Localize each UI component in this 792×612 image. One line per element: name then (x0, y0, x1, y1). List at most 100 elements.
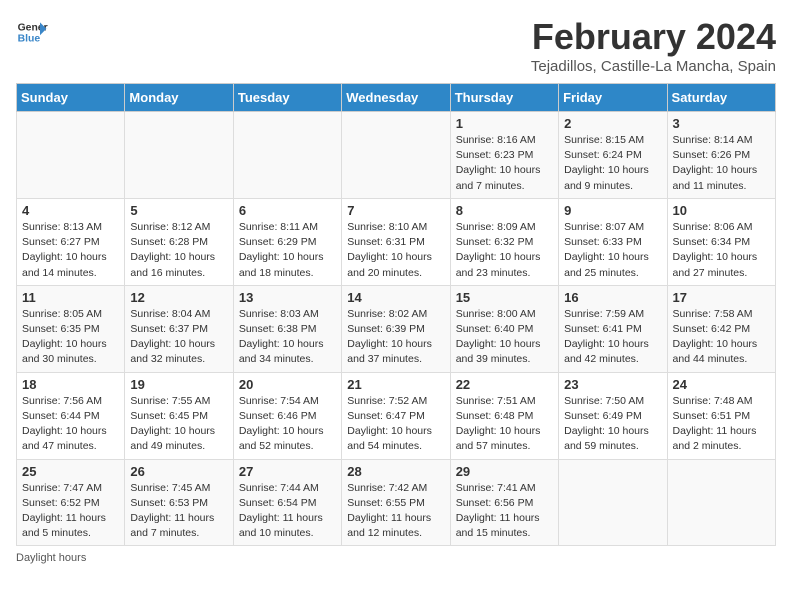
week-row-2: 4Sunrise: 8:13 AM Sunset: 6:27 PM Daylig… (17, 198, 776, 285)
calendar-cell: 5 Sunrise: 8:12 AM Sunset: 6:28 PM Daylig… (125, 198, 233, 285)
cell-info: Sunrise: 7:59 AM Sunset: 6:41 PM Dayligh… (564, 307, 661, 368)
cell-info: Sunrise: 7:54 AM Sunset: 6:46 PM Dayligh… (239, 394, 336, 455)
header-row: SundayMondayTuesdayWednesdayThursdayFrid… (17, 84, 776, 112)
cell-info: Sunrise: 8:14 AM Sunset: 6:26 PM Dayligh… (673, 133, 770, 194)
week-row-4: 18 Sunrise: 7:56 AM Sunset: 6:44 PM Dayli… (17, 372, 776, 459)
logo-icon: General Blue (16, 16, 48, 48)
cell-info: Sunrise: 8:02 AM Sunset: 6:39 PM Dayligh… (347, 307, 444, 368)
day-number: 1 (456, 116, 553, 131)
cell-info: Sunrise: 7:50 AM Sunset: 6:49 PM Dayligh… (564, 394, 661, 455)
calendar-cell: 18 Sunrise: 7:56 AM Sunset: 6:44 PM Dayli… (17, 372, 125, 459)
footer-label: Daylight hours (16, 552, 86, 564)
calendar-cell (342, 112, 450, 199)
cell-info: Sunrise: 7:58 AM Sunset: 6:42 PM Dayligh… (673, 307, 770, 368)
calendar-cell (559, 459, 667, 546)
calendar-cell: 8Sunrise: 8:09 AM Sunset: 6:32 PM Daylig… (450, 198, 558, 285)
cell-info: Sunrise: 8:13 AM Sunset: 6:27 PM Dayligh… (22, 220, 119, 281)
col-header-saturday: Saturday (667, 84, 775, 112)
calendar-cell: 14 Sunrise: 8:02 AM Sunset: 6:39 PM Dayli… (342, 285, 450, 372)
logo: General Blue (16, 16, 48, 48)
calendar-cell: 11 Sunrise: 8:05 AM Sunset: 6:35 PM Dayli… (17, 285, 125, 372)
day-number: 22 (456, 377, 553, 392)
day-number: 14 (347, 290, 444, 305)
day-number: 26 (130, 464, 227, 479)
day-number: 28 (347, 464, 444, 479)
footer: Daylight hours (16, 552, 776, 564)
cell-info: Sunrise: 8:12 AM Sunset: 6:28 PM Dayligh… (130, 220, 227, 281)
day-number: 7 (347, 203, 444, 218)
day-number: 5 (130, 203, 227, 218)
calendar-cell: 4Sunrise: 8:13 AM Sunset: 6:27 PM Daylig… (17, 198, 125, 285)
day-number: 20 (239, 377, 336, 392)
location-title: Tejadillos, Castille-La Mancha, Spain (531, 58, 776, 75)
day-number: 6 (239, 203, 336, 218)
calendar-cell: 2Sunrise: 8:15 AM Sunset: 6:24 PM Daylig… (559, 112, 667, 199)
week-row-1: 1 Sunrise: 8:16 AM Sunset: 6:23 PM Daylig… (17, 112, 776, 199)
week-row-3: 11 Sunrise: 8:05 AM Sunset: 6:35 PM Dayli… (17, 285, 776, 372)
cell-info: Sunrise: 8:07 AM Sunset: 6:33 PM Dayligh… (564, 220, 661, 281)
day-number: 15 (456, 290, 553, 305)
calendar-cell (17, 112, 125, 199)
month-title: February 2024 (531, 16, 776, 58)
day-number: 24 (673, 377, 770, 392)
week-row-5: 25 Sunrise: 7:47 AM Sunset: 6:52 PM Dayli… (17, 459, 776, 546)
cell-info: Sunrise: 7:42 AM Sunset: 6:55 PM Dayligh… (347, 481, 444, 542)
calendar-cell: 26 Sunrise: 7:45 AM Sunset: 6:53 PM Dayli… (125, 459, 233, 546)
calendar-cell: 17 Sunrise: 7:58 AM Sunset: 6:42 PM Dayli… (667, 285, 775, 372)
calendar-cell: 20 Sunrise: 7:54 AM Sunset: 6:46 PM Dayli… (233, 372, 341, 459)
calendar-cell: 16 Sunrise: 7:59 AM Sunset: 6:41 PM Dayli… (559, 285, 667, 372)
cell-info: Sunrise: 7:48 AM Sunset: 6:51 PM Dayligh… (673, 394, 770, 455)
day-number: 25 (22, 464, 119, 479)
day-number: 16 (564, 290, 661, 305)
cell-info: Sunrise: 7:56 AM Sunset: 6:44 PM Dayligh… (22, 394, 119, 455)
calendar-cell: 19 Sunrise: 7:55 AM Sunset: 6:45 PM Dayli… (125, 372, 233, 459)
cell-info: Sunrise: 8:16 AM Sunset: 6:23 PM Dayligh… (456, 133, 553, 194)
calendar-cell: 13Sunrise: 8:03 AM Sunset: 6:38 PM Dayli… (233, 285, 341, 372)
calendar-cell: 6 Sunrise: 8:11 AM Sunset: 6:29 PM Daylig… (233, 198, 341, 285)
header: General Blue February 2024 Tejadillos, C… (16, 16, 776, 75)
cell-info: Sunrise: 7:52 AM Sunset: 6:47 PM Dayligh… (347, 394, 444, 455)
day-number: 19 (130, 377, 227, 392)
calendar-cell (125, 112, 233, 199)
title-block: February 2024 Tejadillos, Castille-La Ma… (531, 16, 776, 75)
calendar-cell: 23Sunrise: 7:50 AM Sunset: 6:49 PM Dayli… (559, 372, 667, 459)
cell-info: Sunrise: 7:44 AM Sunset: 6:54 PM Dayligh… (239, 481, 336, 542)
col-header-friday: Friday (559, 84, 667, 112)
day-number: 29 (456, 464, 553, 479)
day-number: 27 (239, 464, 336, 479)
cell-info: Sunrise: 8:09 AM Sunset: 6:32 PM Dayligh… (456, 220, 553, 281)
day-number: 10 (673, 203, 770, 218)
calendar-cell: 25 Sunrise: 7:47 AM Sunset: 6:52 PM Dayli… (17, 459, 125, 546)
calendar-cell: 1 Sunrise: 8:16 AM Sunset: 6:23 PM Daylig… (450, 112, 558, 199)
cell-info: Sunrise: 8:00 AM Sunset: 6:40 PM Dayligh… (456, 307, 553, 368)
calendar-cell: 21 Sunrise: 7:52 AM Sunset: 6:47 PM Dayli… (342, 372, 450, 459)
cell-info: Sunrise: 7:45 AM Sunset: 6:53 PM Dayligh… (130, 481, 227, 542)
calendar-cell: 10Sunrise: 8:06 AM Sunset: 6:34 PM Dayli… (667, 198, 775, 285)
day-number: 13 (239, 290, 336, 305)
cell-info: Sunrise: 8:15 AM Sunset: 6:24 PM Dayligh… (564, 133, 661, 194)
cell-info: Sunrise: 8:11 AM Sunset: 6:29 PM Dayligh… (239, 220, 336, 281)
col-header-wednesday: Wednesday (342, 84, 450, 112)
cell-info: Sunrise: 7:51 AM Sunset: 6:48 PM Dayligh… (456, 394, 553, 455)
col-header-thursday: Thursday (450, 84, 558, 112)
day-number: 11 (22, 290, 119, 305)
cell-info: Sunrise: 8:10 AM Sunset: 6:31 PM Dayligh… (347, 220, 444, 281)
day-number: 21 (347, 377, 444, 392)
cell-info: Sunrise: 8:05 AM Sunset: 6:35 PM Dayligh… (22, 307, 119, 368)
cell-info: Sunrise: 7:55 AM Sunset: 6:45 PM Dayligh… (130, 394, 227, 455)
calendar-cell (233, 112, 341, 199)
cell-info: Sunrise: 7:47 AM Sunset: 6:52 PM Dayligh… (22, 481, 119, 542)
col-header-sunday: Sunday (17, 84, 125, 112)
calendar-cell: 29Sunrise: 7:41 AM Sunset: 6:56 PM Dayli… (450, 459, 558, 546)
calendar-cell: 22 Sunrise: 7:51 AM Sunset: 6:48 PM Dayli… (450, 372, 558, 459)
day-number: 12 (130, 290, 227, 305)
calendar-table: SundayMondayTuesdayWednesdayThursdayFrid… (16, 83, 776, 546)
day-number: 18 (22, 377, 119, 392)
day-number: 17 (673, 290, 770, 305)
cell-info: Sunrise: 8:04 AM Sunset: 6:37 PM Dayligh… (130, 307, 227, 368)
calendar-cell: 12 Sunrise: 8:04 AM Sunset: 6:37 PM Dayli… (125, 285, 233, 372)
calendar-cell: 7 Sunrise: 8:10 AM Sunset: 6:31 PM Daylig… (342, 198, 450, 285)
col-header-monday: Monday (125, 84, 233, 112)
svg-text:Blue: Blue (18, 34, 41, 45)
calendar-cell: 28 Sunrise: 7:42 AM Sunset: 6:55 PM Dayli… (342, 459, 450, 546)
